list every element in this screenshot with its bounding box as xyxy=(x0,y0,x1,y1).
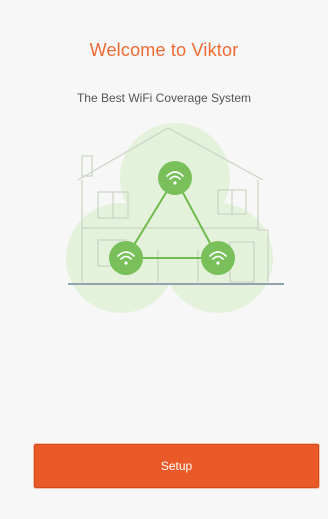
mesh-network-illustration xyxy=(66,123,284,313)
wifi-node-right xyxy=(201,241,235,275)
setup-button[interactable]: Setup xyxy=(34,444,319,488)
welcome-screen: Welcome to Viktor The Best WiFi Coverage… xyxy=(0,0,328,519)
wifi-node-top xyxy=(158,161,192,195)
page-title: Welcome to Viktor xyxy=(89,40,239,60)
page-subtitle: The Best WiFi Coverage System xyxy=(76,91,252,105)
wifi-node-left xyxy=(109,241,143,275)
